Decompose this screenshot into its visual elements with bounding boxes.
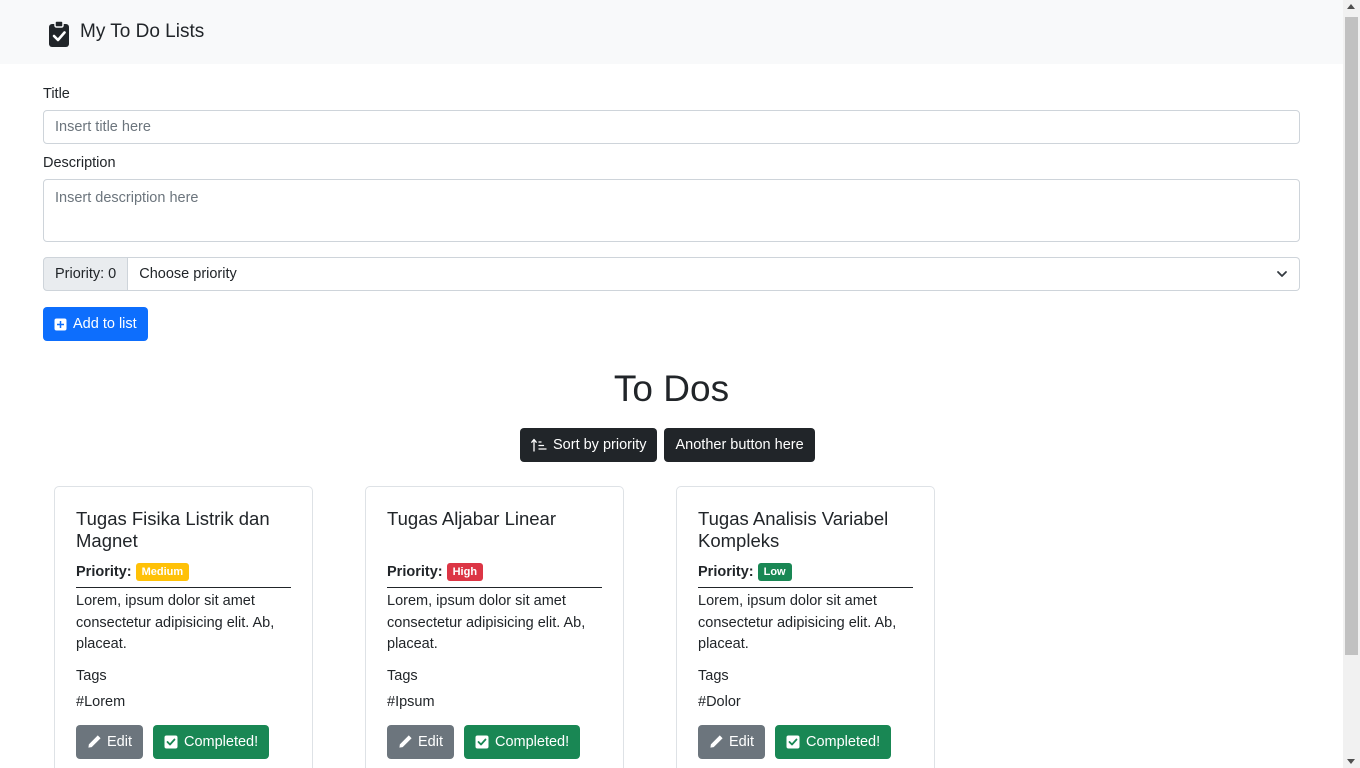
priority-addon: Priority: 0	[43, 257, 129, 291]
card-actions: Edit Completed!	[76, 724, 291, 759]
tags-label: Tags	[76, 667, 107, 684]
priority-badge: High	[446, 563, 484, 581]
card-title: Tugas Aljabar Linear	[387, 508, 557, 529]
sort-ascending-icon	[531, 438, 547, 452]
add-to-list-label: Add to list	[73, 316, 137, 332]
todo-form: Title Insert title here Description Inse…	[43, 86, 1300, 341]
tag: #Dolor	[698, 693, 741, 710]
card-description: Lorem, ipsum dolor sit amet consectetur …	[387, 593, 586, 652]
tags-label: Tags	[698, 667, 729, 684]
priority-select[interactable]: Choose priority	[128, 257, 1300, 291]
app-title[interactable]: My To Do Lists	[80, 21, 204, 43]
priority-select-value: Choose priority	[139, 266, 237, 282]
todos-heading: To Dos	[613, 368, 730, 409]
card-actions: Edit Completed!	[387, 724, 602, 759]
page: My To Do Lists Title Insert title here D…	[0, 0, 1343, 768]
scroll-up-arrow-icon[interactable]	[1347, 4, 1355, 9]
description-label: Description	[43, 155, 116, 171]
todo-card: Tugas Aljabar Linear Priority: High Lore…	[365, 486, 624, 768]
sort-by-priority-button[interactable]: Sort by priority	[520, 428, 658, 462]
pencil-icon	[710, 735, 723, 748]
check-square-icon	[786, 735, 800, 748]
another-button-label: Another button here	[675, 437, 804, 453]
tag: #Ipsum	[387, 693, 435, 710]
title-label: Title	[43, 86, 70, 102]
edit-label: Edit	[418, 733, 443, 750]
scrollbar-thumb[interactable]	[1345, 17, 1358, 655]
title-input[interactable]: Insert title here	[43, 110, 1300, 144]
card-actions: Edit Completed!	[698, 724, 913, 759]
vertical-scrollbar[interactable]	[1343, 0, 1360, 768]
add-to-list-button[interactable]: Add to list	[43, 307, 148, 341]
pencil-icon	[399, 735, 412, 748]
priority-label: Priority:	[76, 564, 132, 580]
completed-label: Completed!	[806, 733, 881, 750]
edit-label: Edit	[729, 733, 754, 750]
priority-label: Priority:	[387, 564, 443, 580]
check-square-icon	[475, 735, 489, 748]
priority-label: Priority:	[698, 564, 754, 580]
description-input[interactable]: Insert description here	[43, 179, 1300, 242]
clipboard-check-icon	[49, 20, 69, 47]
tags-label: Tags	[387, 667, 418, 684]
another-button[interactable]: Another button here	[664, 428, 815, 462]
card-description: Lorem, ipsum dolor sit amet consectetur …	[698, 593, 897, 652]
completed-label: Completed!	[184, 733, 259, 750]
edit-button[interactable]: Edit	[698, 724, 765, 759]
check-square-icon	[164, 735, 178, 748]
priority-badge: Low	[757, 563, 792, 581]
edit-label: Edit	[107, 733, 132, 750]
todo-card: Tugas Fisika Listrik dan Magnet Priority…	[54, 486, 313, 768]
card-description: Lorem, ipsum dolor sit amet consectetur …	[76, 593, 275, 652]
scroll-down-arrow-icon[interactable]	[1347, 759, 1355, 764]
completed-button[interactable]: Completed!	[775, 724, 892, 759]
edit-button[interactable]: Edit	[76, 724, 143, 759]
sort-by-priority-label: Sort by priority	[553, 437, 647, 453]
priority-group: Priority: 0 Choose priority	[43, 257, 1300, 291]
chevron-down-icon	[1277, 271, 1287, 277]
completed-button[interactable]: Completed!	[464, 724, 581, 759]
card-title: Tugas Fisika Listrik dan Magnet	[76, 508, 270, 551]
card-priority: Priority: Low	[698, 563, 913, 588]
card-priority: Priority: High	[387, 563, 602, 588]
card-title: Tugas Analisis Variabel Kompleks	[698, 508, 889, 551]
navbar: My To Do Lists	[0, 0, 1343, 64]
card-priority: Priority: Medium	[76, 563, 291, 588]
todo-card: Tugas Analisis Variabel Kompleks Priorit…	[676, 486, 935, 768]
pencil-icon	[88, 735, 101, 748]
edit-button[interactable]: Edit	[387, 724, 454, 759]
tag: #Lorem	[76, 693, 126, 710]
completed-label: Completed!	[495, 733, 570, 750]
plus-square-icon	[54, 318, 67, 330]
todo-toolbar: Sort by priority Another button here	[520, 428, 815, 462]
priority-badge: Medium	[135, 563, 190, 581]
completed-button[interactable]: Completed!	[153, 724, 270, 759]
